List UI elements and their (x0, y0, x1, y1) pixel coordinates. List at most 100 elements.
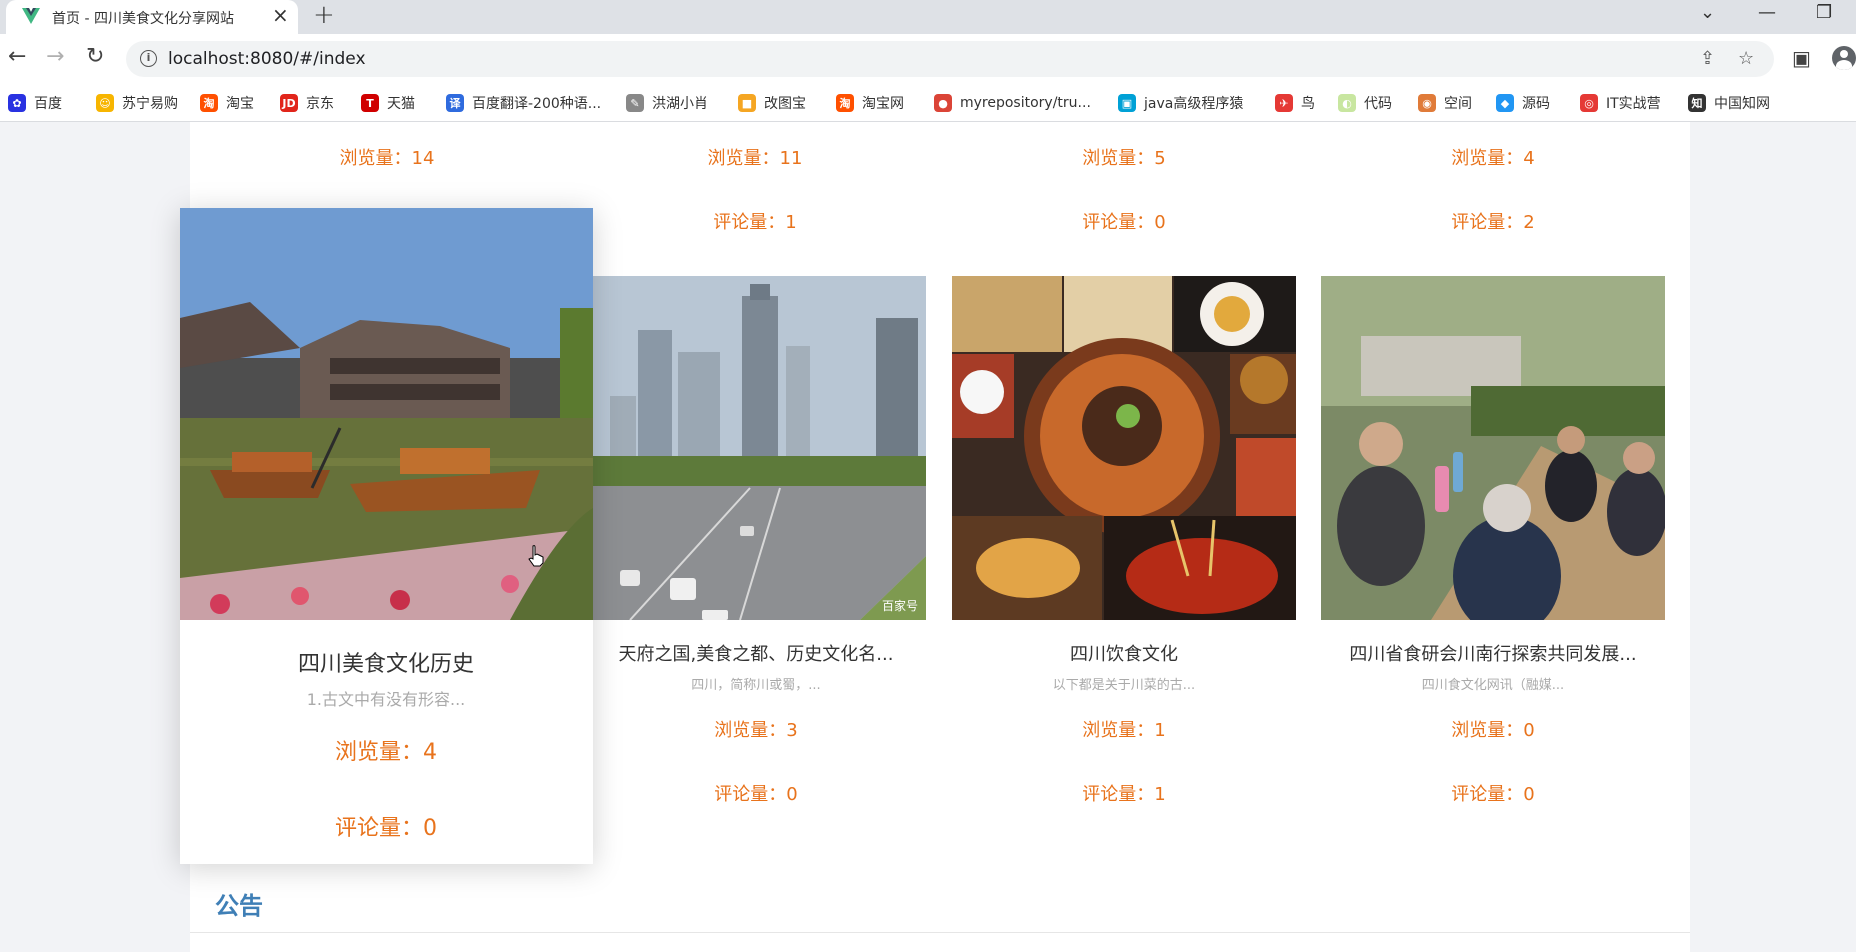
card-image-meeting[interactable] (1321, 276, 1665, 620)
bookmark-item[interactable]: ◆ 源码 (1496, 92, 1550, 114)
code-icon: ◐ (1338, 94, 1356, 112)
card-image-city-avenue[interactable]: 百家号 (590, 276, 926, 620)
hovered-card-views: 浏览量：4 (335, 740, 437, 765)
new-tab-icon[interactable]: + (313, 0, 335, 30)
top-card-4-comments: 评论量：2 (1451, 212, 1535, 233)
bookmark-label: IT实战营 (1606, 96, 1661, 112)
browser-tab-active[interactable]: 首页 - 四川美食文化分享网站 × (6, 0, 298, 34)
bookmark-item[interactable]: ● myrepository/tru... (934, 92, 1091, 114)
city-avenue-photo (590, 276, 926, 620)
bookmark-label: 天猫 (387, 96, 415, 112)
chrome-icon: ● (934, 94, 952, 112)
bookmark-item[interactable]: ✿ 百度 (8, 92, 62, 114)
bookmark-label: 中国知网 (1714, 96, 1770, 112)
card-4-title[interactable]: 四川省食研会川南行探索共同发展... (1349, 640, 1636, 666)
taobao-net-icon: 淘 (836, 94, 854, 112)
card-3-desc: 以下都是关于川菜的古... (1052, 678, 1196, 693)
bookmark-item[interactable]: T 天猫 (361, 92, 415, 114)
bookmark-star-icon[interactable]: ☆ (1738, 48, 1754, 69)
notice-section-title: 公告 (215, 892, 263, 920)
suning-icon: ☺ (96, 94, 114, 112)
bird-icon: ✈ (1275, 94, 1293, 112)
bookmark-label: 洪湖小肖 (652, 96, 708, 112)
top-card-2-views: 浏览量：11 (707, 148, 803, 169)
hovered-card-desc: 1.古文中有没有形容... (306, 690, 466, 709)
browser-toolbar: ← → ↻ i localhost:8080/#/index ⇪ ☆ ▣ (0, 34, 1856, 85)
card-2-comments: 评论量：0 (714, 784, 798, 805)
page-viewport: 浏览量：14 浏览量：11 评论量：1 浏览量：5 评论量：0 浏览量：4 评论… (0, 122, 1856, 952)
browser-tabstrip: 首页 - 四川美食文化分享网站 × + ⌄ — ❐ (0, 0, 1856, 34)
bilibili-icon: ▣ (1118, 94, 1136, 112)
top-card-2-comments: 评论量：1 (713, 212, 797, 233)
jd-icon: JD (280, 94, 298, 112)
hovered-card[interactable]: 四川美食文化历史 1.古文中有没有形容... 浏览量：4 评论量：0 (180, 208, 593, 864)
bookmark-item[interactable]: JD 京东 (280, 92, 334, 114)
bookmark-label: 淘宝网 (862, 96, 904, 112)
bookmark-item[interactable]: ◐ 代码 (1338, 92, 1392, 114)
bookmark-label: myrepository/tru... (960, 95, 1091, 111)
minimize-icon[interactable]: — (1758, 2, 1776, 23)
bookmark-label: 京东 (306, 96, 334, 112)
top-card-4-views: 浏览量：4 (1451, 148, 1535, 169)
back-arrow-icon[interactable]: ← (8, 44, 26, 69)
hovered-card-comments: 评论量：0 (335, 816, 437, 841)
bookmark-label: java高级程序猿 (1144, 96, 1244, 112)
address-bar[interactable]: i localhost:8080/#/index ⇪ ☆ (126, 41, 1774, 77)
top-card-1-views: 浏览量：14 (339, 148, 435, 169)
top-card-3-comments: 评论量：0 (1082, 212, 1166, 233)
baidu-translate-icon: 译 (446, 94, 464, 112)
notice-divider (190, 932, 1690, 933)
bookmark-label: 百度 (34, 96, 62, 112)
bookmark-label: 源码 (1522, 96, 1550, 112)
taobao-icon: 淘 (200, 94, 218, 112)
side-panel-icon[interactable]: ▣ (1792, 46, 1811, 70)
tab-title: 首页 - 四川美食文化分享网站 (52, 11, 234, 27)
tab-close-icon[interactable]: × (272, 3, 289, 27)
bookmark-label: 淘宝 (226, 96, 254, 112)
card-3-title[interactable]: 四川饮食文化 (1070, 640, 1178, 666)
bookmark-item[interactable]: ☺ 苏宁易购 (96, 92, 178, 114)
cnki-icon: 知 (1688, 94, 1706, 112)
vue-logo-icon (22, 8, 40, 24)
bookmark-item[interactable]: ▣ java高级程序猿 (1118, 92, 1243, 114)
tmall-icon: T (361, 94, 379, 112)
reload-icon[interactable]: ↻ (86, 44, 104, 69)
hand-cursor-icon (528, 545, 544, 567)
card-3-comments: 评论量：1 (1082, 784, 1166, 805)
bookmark-item[interactable]: 译百度翻译-200种语... (446, 92, 601, 114)
card-3-views: 浏览量：1 (1082, 720, 1166, 741)
profile-avatar-icon[interactable] (1832, 46, 1856, 70)
card-2-views: 浏览量：3 (714, 720, 798, 741)
tab-search-chevron-icon[interactable]: ⌄ (1700, 2, 1715, 23)
bookmark-item[interactable]: 知中国知网 (1688, 92, 1770, 114)
bookmark-label: 改图宝 (764, 96, 806, 112)
card-image-dishes[interactable] (952, 276, 1296, 620)
bookmarks-bar: ✿ 百度 ☺ 苏宁易购淘淘宝 JD 京东 T 天猫译百度翻译-200种语... ✎ 洪湖小肖 ■ 改图… (0, 85, 1856, 122)
sichuan-dishes-collage (952, 276, 1296, 620)
bookmark-item[interactable]: 淘淘宝网 (836, 92, 904, 114)
bookmark-item[interactable]: 淘淘宝 (200, 92, 254, 114)
meeting-photo (1321, 276, 1665, 620)
source-icon: ◆ (1496, 94, 1514, 112)
bookmark-label: 百度翻译-200种语... (472, 96, 602, 112)
restore-icon[interactable]: ❐ (1816, 2, 1832, 23)
baidu-icon: ✿ (8, 94, 26, 112)
card-2-title[interactable]: 天府之国,美食之都、历史文化名... (619, 640, 894, 666)
card-4-desc: 四川食文化网讯（融媒... (1421, 678, 1565, 693)
hovered-card-title[interactable]: 四川美食文化历史 (298, 646, 474, 678)
forward-arrow-icon[interactable]: → (46, 44, 64, 69)
url-text: localhost:8080/#/index (168, 49, 366, 69)
gaitubao-icon: ■ (738, 94, 756, 112)
share-icon[interactable]: ⇪ (1700, 48, 1715, 69)
site-info-icon[interactable]: i (140, 50, 157, 67)
bookmark-label: 空间 (1444, 96, 1472, 112)
bookmark-label: 鸟 (1301, 96, 1315, 112)
card-2-desc: 四川，简称川或蜀，... (691, 678, 821, 693)
card-4-views: 浏览量：0 (1451, 720, 1535, 741)
bookmark-item[interactable]: ✈ 鸟 (1275, 92, 1315, 114)
bookmark-item[interactable]: ◎ IT实战营 (1580, 92, 1661, 114)
hongtu-icon: ✎ (626, 94, 644, 112)
bookmark-item[interactable]: ■ 改图宝 (738, 92, 806, 114)
bookmark-item[interactable]: ◉ 空间 (1418, 92, 1472, 114)
bookmark-item[interactable]: ✎ 洪湖小肖 (626, 92, 708, 114)
